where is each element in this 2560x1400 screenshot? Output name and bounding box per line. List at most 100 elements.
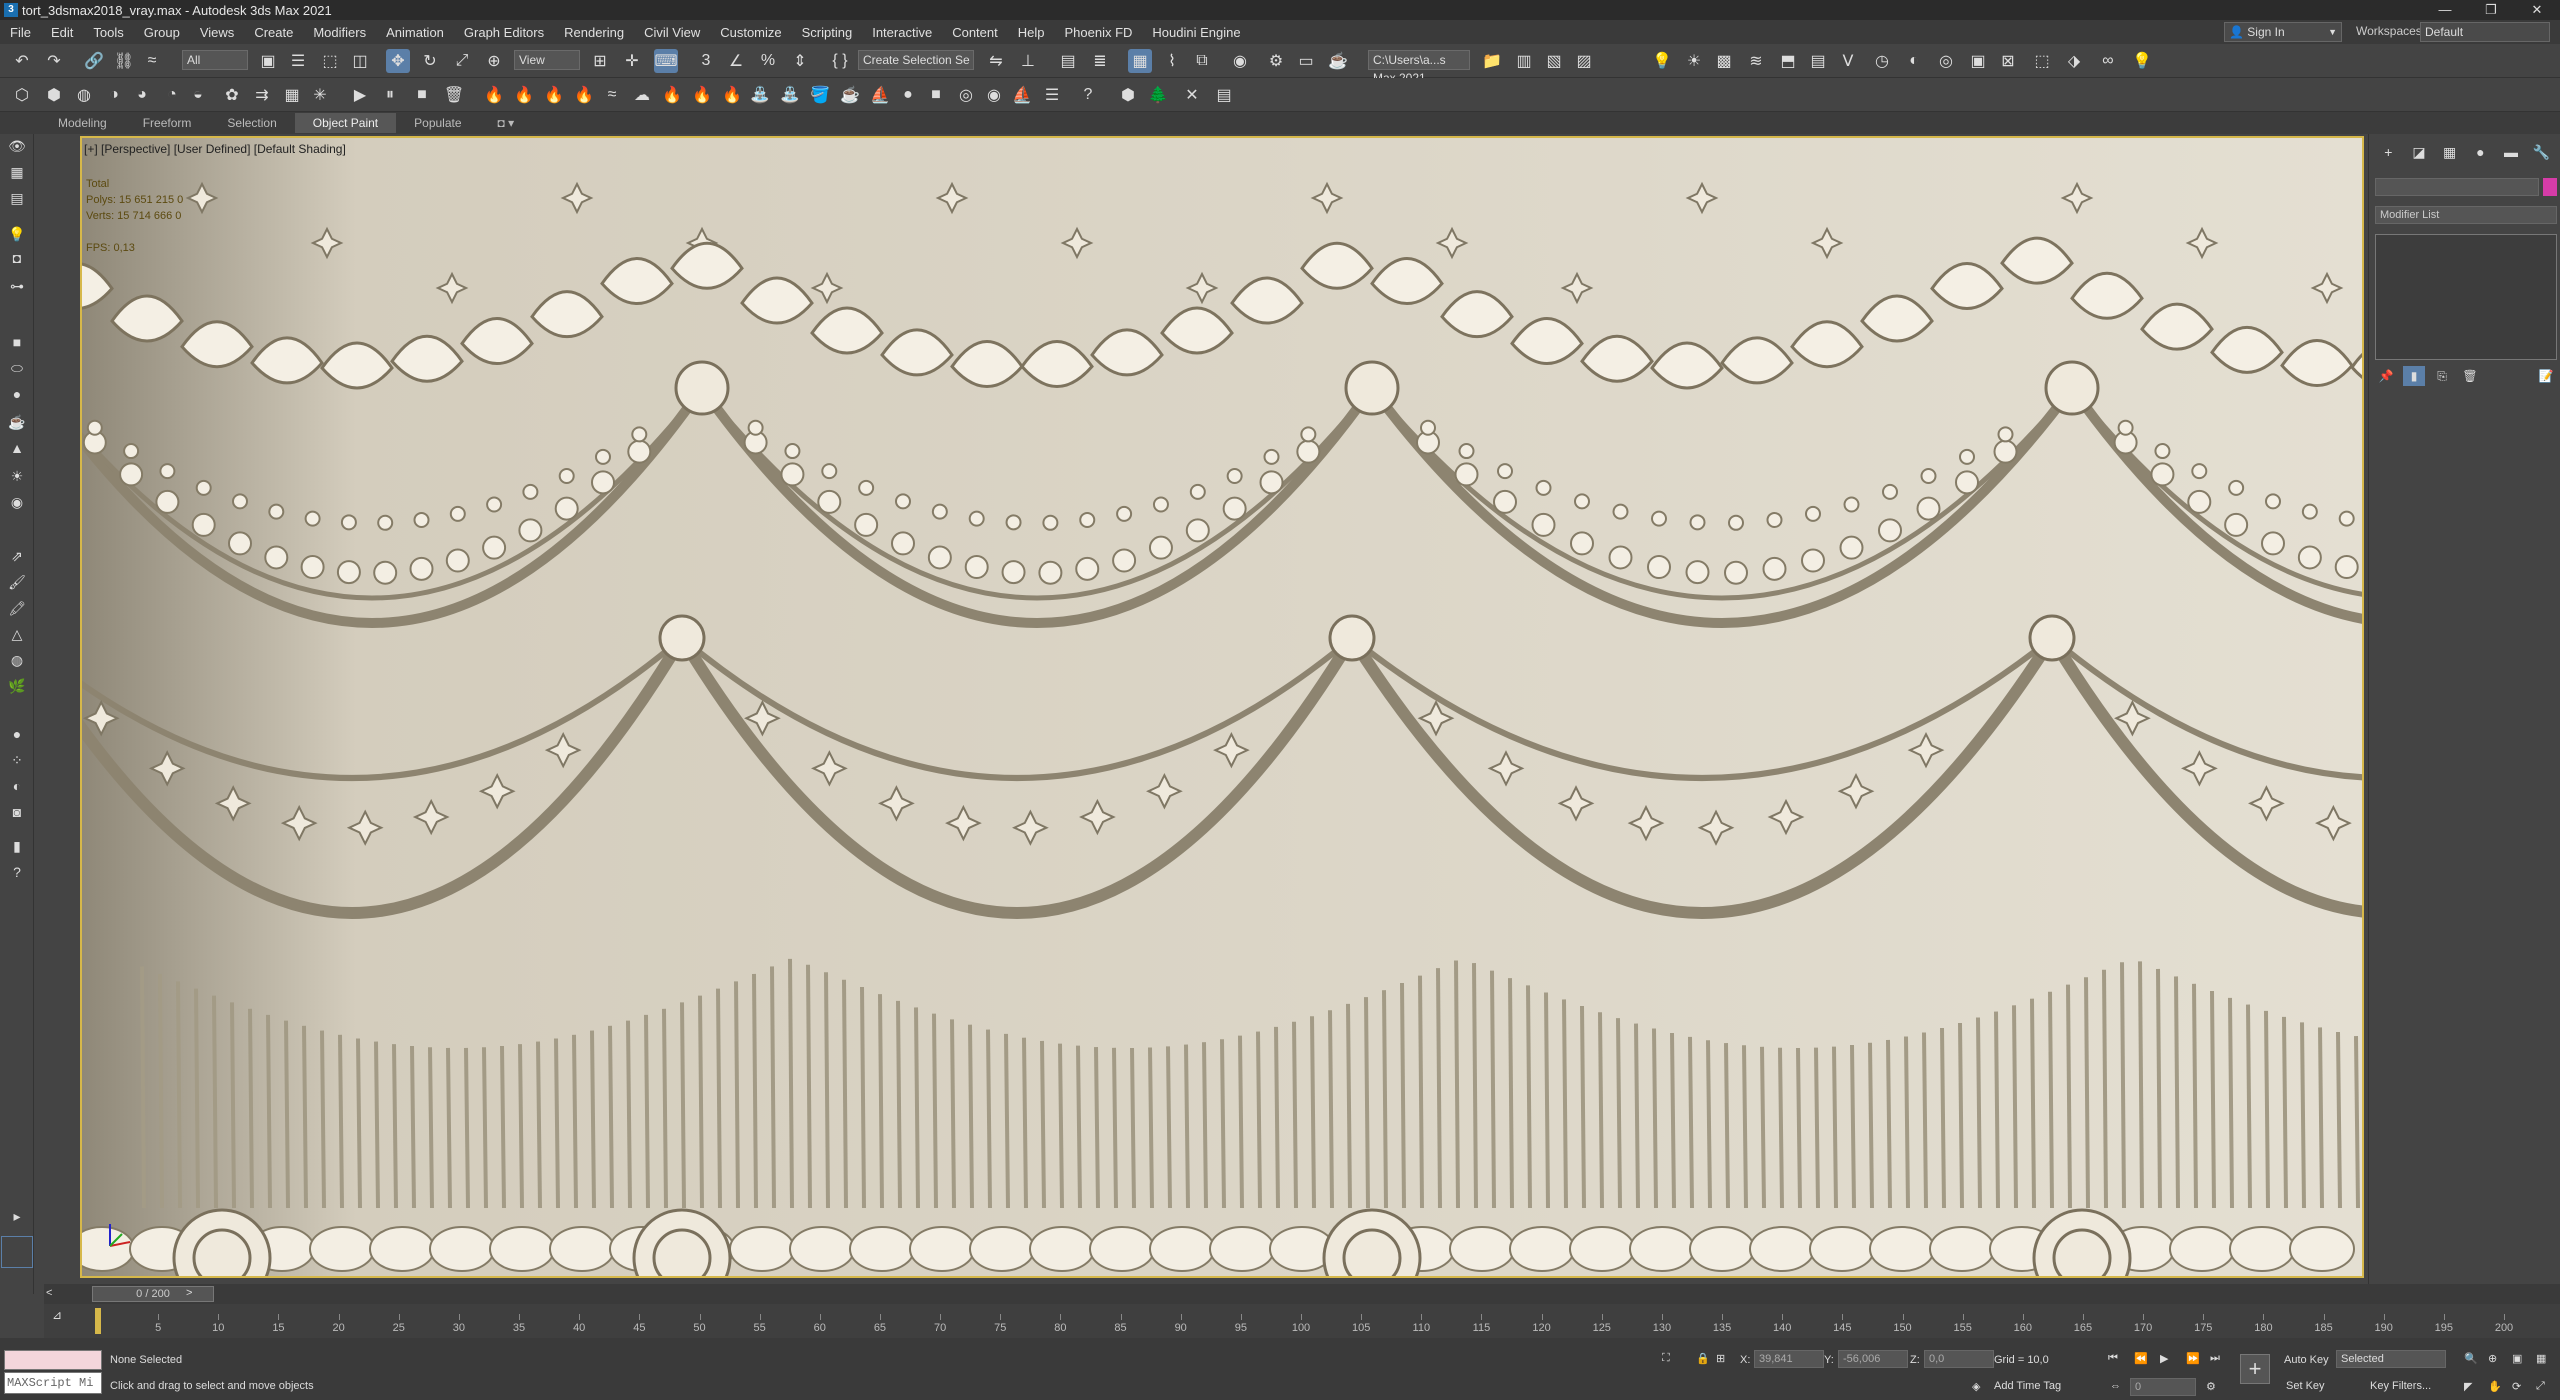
z-coordinate-field[interactable]: 0,0 — [1924, 1350, 1994, 1368]
smoke-icon[interactable]: ◍ — [5, 648, 29, 672]
project-folder-dropdown[interactable]: C:\Users\a...s Max 2021 — [1368, 50, 1470, 85]
menu-civil-view[interactable]: Civil View — [634, 25, 710, 40]
phoenix-splash-icon[interactable]: ☁ — [630, 83, 654, 107]
vray-interactive-icon[interactable]: ∞ — [2096, 49, 2120, 73]
scene-explorer-icon[interactable]: ▤ — [1056, 49, 1080, 73]
phoenix-candle-icon[interactable]: 🔥 — [572, 83, 596, 107]
spinner-snap-icon[interactable]: ⇕ — [788, 49, 812, 73]
create-box-icon[interactable]: ■ — [5, 330, 29, 354]
vray-light-lister-icon[interactable]: 💡 — [2130, 49, 2154, 73]
menu-content[interactable]: Content — [942, 25, 1008, 40]
vray-light-icon[interactable]: 💡 — [1650, 49, 1674, 73]
expand-arrow-icon[interactable]: ▸ — [5, 1204, 29, 1228]
menu-group[interactable]: Group — [134, 25, 190, 40]
scale-icon[interactable]: ⤢ — [450, 49, 474, 73]
time-next-icon[interactable]: > — [186, 1287, 192, 1299]
time-tag-icon[interactable]: ◈ — [1972, 1380, 1980, 1393]
select-object-icon[interactable]: ▣ — [256, 49, 280, 73]
brush-icon[interactable]: 🖍 — [5, 596, 29, 620]
maxscript-listener-pink[interactable] — [4, 1350, 102, 1370]
tab-selection[interactable]: Selection — [209, 113, 294, 133]
menu-views[interactable]: Views — [190, 25, 244, 40]
create-cylinder-icon[interactable]: ⬭ — [5, 356, 29, 380]
scene-states-icon[interactable]: ▥ — [1512, 49, 1536, 73]
vray-mtl-icon[interactable]: ◍ — [72, 83, 96, 107]
play-simulation-icon[interactable]: ▶ — [348, 83, 372, 107]
vray-physical-camera-icon[interactable]: ◷ — [1870, 49, 1894, 73]
pivot-center-icon[interactable]: ⊞ — [588, 49, 612, 73]
phoenix-simulator-icon[interactable]: ✿ — [220, 83, 244, 107]
move-icon[interactable]: ✥ — [386, 49, 410, 73]
phoenix-liquid-icon[interactable]: ⇉ — [250, 83, 274, 107]
viewport-label[interactable]: [+] [Perspective] [User Defined] [Defaul… — [84, 142, 346, 156]
selection-filter-dropdown[interactable]: All — [182, 50, 248, 70]
help-icon[interactable]: ? — [1076, 83, 1100, 107]
menu-help[interactable]: Help — [1008, 25, 1055, 40]
app-logo-icon[interactable]: 3 — [4, 3, 18, 17]
orbit-icon[interactable]: ⟳ — [2512, 1380, 2521, 1393]
storage-icon[interactable]: ▮ — [5, 834, 29, 858]
tab-freeform[interactable]: Freeform — [125, 113, 210, 133]
layer-explorer-icon[interactable]: ≣ — [1088, 49, 1112, 73]
menu-animation[interactable]: Animation — [376, 25, 454, 40]
create-cone-icon[interactable]: ▲ — [5, 436, 29, 460]
vray-plane-icon[interactable]: ⬒ — [1776, 49, 1800, 73]
place-icon[interactable]: ⊕ — [482, 49, 506, 73]
create-helper-icon[interactable]: ⊶ — [5, 274, 29, 298]
set-key-big-button[interactable]: + — [2240, 1354, 2270, 1384]
utilities-tab-icon[interactable]: 🔧 — [2529, 144, 2555, 164]
maximize-button[interactable]: ❐ — [2468, 0, 2514, 20]
phoenix-drip-icon[interactable]: ⛲ — [778, 83, 802, 107]
sign-in-dropdown[interactable]: 👤 Sign In ▼ — [2224, 22, 2342, 42]
menu-customize[interactable]: Customize — [710, 25, 791, 40]
zoom-all-icon[interactable]: ⊕ — [2488, 1352, 2497, 1365]
ribbon-options-icon[interactable]: ◘ ▾ — [480, 113, 533, 133]
phoenix-wind-icon[interactable]: 🔥 — [660, 83, 684, 107]
vray-proxy-icon[interactable]: ▩ — [1712, 49, 1736, 73]
populate-icon[interactable]: ⬢ — [42, 83, 66, 107]
perspective-viewport[interactable]: [+] [Perspective] [User Defined] [Defaul… — [80, 136, 2364, 1278]
vray-ies-icon[interactable]: ⬗ — [2062, 49, 2086, 73]
create-geosphere-icon[interactable]: ◉ — [5, 490, 29, 514]
inherit-container-icon[interactable]: ▨ — [1572, 49, 1596, 73]
phoenix-sim-icon[interactable]: ⛵ — [1010, 83, 1034, 107]
motion-tab-icon[interactable]: ● — [2467, 144, 2493, 164]
settings-help-icon[interactable]: ? — [5, 860, 29, 884]
menu-edit[interactable]: Edit — [41, 25, 83, 40]
houdini-asset-icon[interactable]: ⬢ — [1116, 83, 1140, 107]
create-teapot-icon[interactable]: ☕ — [5, 410, 29, 434]
current-frame-field[interactable]: 0 — [2130, 1378, 2196, 1396]
field-of-view-icon[interactable]: ◤ — [2464, 1380, 2472, 1393]
vray-bitmap-icon[interactable]: ▣ — [1966, 49, 1990, 73]
vray-toolbar-icon[interactable]: Ⅴ — [1836, 49, 1860, 73]
close-button[interactable]: ✕ — [2514, 0, 2560, 20]
phoenix-pour-icon[interactable]: ☕ — [838, 83, 862, 107]
minimize-button[interactable]: — — [2422, 0, 2468, 20]
paint-icon[interactable]: 🖌 — [5, 570, 29, 594]
schematic-view-icon[interactable]: ⧉ — [1190, 49, 1214, 73]
vray-clipper-icon[interactable]: ⊠ — [1996, 49, 2020, 73]
remove-modifier-icon[interactable]: 🗑 — [2459, 366, 2481, 386]
percent-snap-icon[interactable]: % — [756, 49, 780, 73]
vray-sky-icon[interactable]: ◑ — [102, 83, 126, 107]
snaps-toggle-icon[interactable]: 3 — [694, 49, 718, 73]
pin-stack-icon[interactable]: 📌 — [2375, 366, 2397, 386]
render-setup-icon[interactable]: ⚙ — [1264, 49, 1288, 73]
unlink-icon[interactable]: ⛓ — [112, 49, 136, 73]
phoenix-ocean-icon[interactable]: ≈ — [600, 83, 624, 107]
vray-hdri-icon[interactable]: ◔ — [160, 83, 184, 107]
zoom-icon[interactable]: 🔍 — [2464, 1352, 2478, 1365]
graphite-icon[interactable]: △ — [5, 622, 29, 646]
next-frame-icon[interactable]: ⏩ — [2186, 1352, 2200, 1365]
system-bones-icon[interactable]: ⇗ — [5, 544, 29, 568]
zoom-extents-all-icon[interactable]: ▦ — [2536, 1352, 2546, 1365]
select-by-name-icon[interactable]: ☰ — [286, 49, 310, 73]
zoom-extents-icon[interactable]: ▣ — [2512, 1352, 2522, 1365]
menu-interactive[interactable]: Interactive — [862, 25, 942, 40]
time-slider[interactable]: < 0 / 200 > — [44, 1284, 2560, 1304]
create-tab-icon[interactable]: + — [2375, 144, 2401, 164]
phoenix-foam-icon[interactable]: ● — [896, 83, 920, 107]
phoenix-presets-icon[interactable]: ☰ — [1040, 83, 1064, 107]
create-camera-icon[interactable]: ◘ — [5, 246, 29, 270]
timeline-playhead[interactable] — [95, 1308, 101, 1334]
